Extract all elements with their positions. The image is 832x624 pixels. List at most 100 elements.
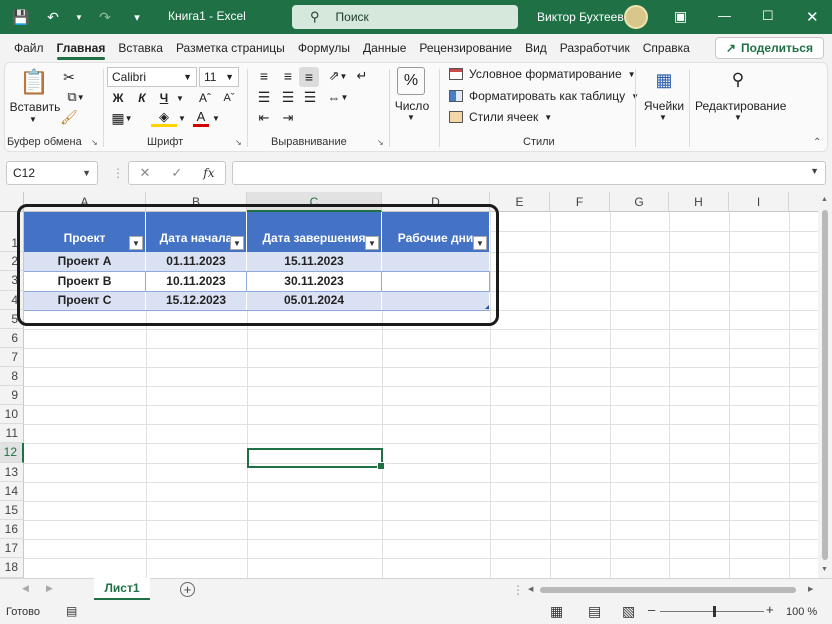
user-avatar[interactable] xyxy=(624,5,648,29)
row-header-12[interactable]: 12 xyxy=(0,443,24,463)
conditional-formatting-button[interactable]: Условное форматирование ▼ xyxy=(449,67,636,81)
bold-button[interactable]: Ж xyxy=(109,89,127,107)
maximize-icon[interactable]: ☐ xyxy=(762,8,774,24)
collapse-ribbon-icon[interactable]: ⌃ xyxy=(813,137,821,148)
zoom-level[interactable]: 100 % xyxy=(786,606,817,618)
row-header-7[interactable]: 7 xyxy=(0,348,24,367)
redo-icon[interactable]: ↷ xyxy=(94,6,116,28)
row-header-8[interactable]: 8 xyxy=(0,367,24,386)
align-right-icon[interactable]: ☰ xyxy=(301,88,319,106)
scroll-up-icon[interactable]: ▲ xyxy=(821,196,828,203)
decrease-indent-icon[interactable]: ⇤ xyxy=(255,109,273,127)
row-header-6[interactable]: 6 xyxy=(0,329,24,348)
copy-icon[interactable]: ⧉ ▼ xyxy=(61,89,91,105)
minimize-icon[interactable]: — xyxy=(718,8,731,23)
tab-home[interactable]: Главная xyxy=(51,34,113,62)
editing-search-icon[interactable]: ⚲ xyxy=(725,67,751,93)
expand-formula-bar-icon[interactable]: ▼ xyxy=(810,166,819,176)
align-center-icon[interactable]: ☰ xyxy=(279,88,297,106)
tab-split-grip-icon[interactable]: ⋮ xyxy=(512,583,524,597)
column-header-i[interactable]: I xyxy=(729,192,789,212)
scroll-left-icon[interactable]: ◀ xyxy=(528,585,533,593)
column-header-e[interactable]: E xyxy=(490,192,550,212)
row-header-9[interactable]: 9 xyxy=(0,386,24,405)
add-sheet-icon[interactable]: + xyxy=(180,582,195,597)
clipboard-launcher-icon[interactable]: ↘ xyxy=(91,138,98,147)
page-layout-view-icon[interactable]: ▤ xyxy=(588,603,601,620)
tab-view[interactable]: Вид xyxy=(519,34,554,62)
zoom-slider[interactable] xyxy=(660,611,764,612)
cancel-icon[interactable]: ✕ xyxy=(139,165,150,181)
zoom-out-icon[interactable]: – xyxy=(648,602,655,617)
accessibility-icon[interactable]: ▤ xyxy=(66,604,77,618)
user-name[interactable]: Виктор Бухтеев xyxy=(537,10,624,24)
increase-indent-icon[interactable]: ⇥ xyxy=(279,109,297,127)
column-header-f[interactable]: F xyxy=(550,192,610,212)
wrap-text-icon[interactable]: ↵ xyxy=(353,67,371,85)
number-label[interactable]: Число xyxy=(391,99,433,113)
tab-formulas[interactable]: Формулы xyxy=(292,34,357,62)
editing-dropdown-icon[interactable]: ▼ xyxy=(734,113,742,122)
paste-label[interactable]: Вставить xyxy=(9,100,61,114)
font-name-select[interactable]: Calibri ▼ xyxy=(107,67,197,87)
align-left-icon[interactable]: ☰ xyxy=(255,88,273,106)
ribbon-display-options-icon[interactable]: ▣ xyxy=(674,8,687,25)
format-painter-icon[interactable]: 🖌 xyxy=(60,109,78,125)
font-size-select[interactable]: 11 ▼ xyxy=(199,67,239,87)
number-format-icon[interactable]: % xyxy=(397,67,425,95)
cells-dropdown-icon[interactable]: ▼ xyxy=(659,113,667,122)
font-launcher-icon[interactable]: ↘ xyxy=(235,138,242,147)
row-header-13[interactable]: 13 xyxy=(0,463,24,482)
tab-file[interactable]: Файл xyxy=(8,34,51,62)
tab-data[interactable]: Данные xyxy=(357,34,413,62)
tab-developer[interactable]: Разработчик xyxy=(554,34,637,62)
search-box[interactable]: ⚲ Поиск xyxy=(292,5,518,29)
cell-styles-button[interactable]: Стили ячеек ▼ xyxy=(449,110,552,124)
scroll-down-icon[interactable]: ▼ xyxy=(821,566,828,573)
number-dropdown-icon[interactable]: ▼ xyxy=(407,113,415,122)
horizontal-scroll-thumb[interactable] xyxy=(540,587,796,593)
merge-center-icon[interactable]: ⇔ ▼ xyxy=(325,88,351,106)
italic-button[interactable]: К xyxy=(133,89,151,107)
zoom-in-icon[interactable]: + xyxy=(766,602,774,617)
decrease-font-icon[interactable]: Aˇ xyxy=(219,89,239,107)
close-icon[interactable]: ✕ xyxy=(806,8,819,26)
undo-icon[interactable]: ↶ xyxy=(42,6,64,28)
borders-icon[interactable]: ▦ ▼ xyxy=(109,109,135,127)
alignment-launcher-icon[interactable]: ↘ xyxy=(377,138,384,147)
row-header-11[interactable]: 11 xyxy=(0,424,24,443)
paste-icon[interactable]: 📋 xyxy=(19,67,49,97)
column-header-g[interactable]: G xyxy=(610,192,669,212)
cells-label[interactable]: Ячейки xyxy=(641,99,687,113)
share-button[interactable]: ↗ Поделиться xyxy=(714,37,824,59)
paste-dropdown-icon[interactable]: ▼ xyxy=(29,115,37,124)
prev-sheet-icon[interactable]: ◀ xyxy=(22,583,29,594)
fill-color-icon[interactable]: ◈ xyxy=(151,109,177,127)
tab-help[interactable]: Справка xyxy=(637,34,697,62)
vertical-scrollbar[interactable]: ▲ ▼ xyxy=(818,192,832,578)
align-middle-icon[interactable]: ≡ xyxy=(279,67,297,85)
cells-icon[interactable]: ▦ xyxy=(651,67,677,93)
increase-font-icon[interactable]: Aˆ xyxy=(195,89,215,107)
sheet-tab-list1[interactable]: Лист1 xyxy=(94,578,150,601)
tab-review[interactable]: Рецензирование xyxy=(413,34,519,62)
zoom-slider-thumb[interactable] xyxy=(713,606,716,617)
row-header-18[interactable]: 18 xyxy=(0,558,24,578)
align-bottom-icon[interactable]: ≡ xyxy=(299,67,319,87)
align-top-icon[interactable]: ≡ xyxy=(255,67,273,85)
formula-input[interactable]: ▼ xyxy=(232,161,826,185)
insert-function-button[interactable]: fx xyxy=(203,166,214,180)
underline-dropdown-icon[interactable]: ▼ xyxy=(175,89,185,107)
enter-icon[interactable]: ✓ xyxy=(171,165,182,181)
fill-color-dropdown-icon[interactable]: ▼ xyxy=(177,109,187,127)
save-icon[interactable]: 💾 xyxy=(10,6,32,28)
row-header-16[interactable]: 16 xyxy=(0,520,24,539)
font-color-dropdown-icon[interactable]: ▼ xyxy=(211,109,221,127)
horizontal-scrollbar[interactable]: ◀ ▶ xyxy=(528,585,814,595)
column-header-h[interactable]: H xyxy=(669,192,729,212)
format-as-table-button[interactable]: Форматировать как таблицу ▼ xyxy=(449,89,639,103)
active-cell-c12[interactable] xyxy=(247,448,385,470)
normal-view-icon[interactable]: ▦ xyxy=(550,603,563,620)
customize-quick-access-icon[interactable]: ▾ xyxy=(126,6,148,28)
cut-icon[interactable]: ✂ xyxy=(61,69,77,85)
